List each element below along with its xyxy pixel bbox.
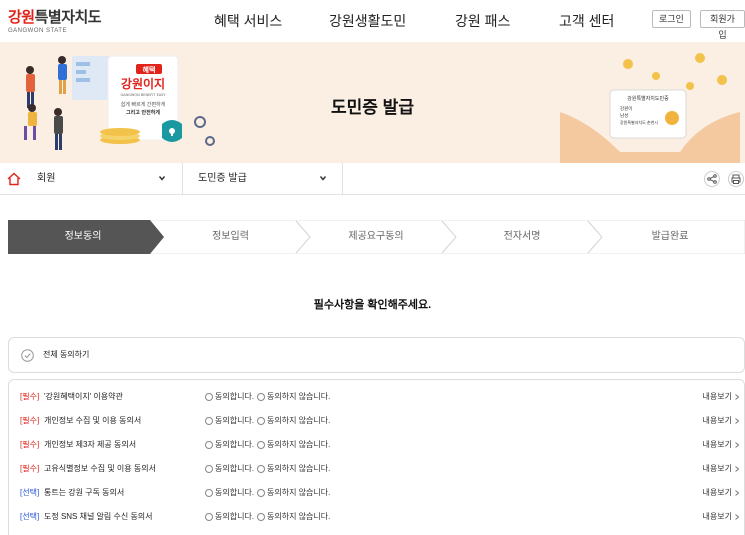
disagree-label[interactable]: 동의하지 않습니다. [267,433,330,457]
term-row: [필수] 고유식별정보 수집 및 이용 동의서 동의합니다. 동의하지 않습니다… [9,457,745,481]
agree-all-label[interactable]: 전체 동의하기 [43,338,89,372]
optional-tag: [선택] [20,512,40,521]
required-tag: [필수] [20,392,40,401]
term-row: [선택] 도정 SNS 채널 알림 수신 동의서 동의합니다. 동의하지 않습니… [9,505,745,529]
agree-label[interactable]: 동의합니다. [215,433,254,457]
sign-tag-text: 혜택 [143,65,156,74]
disagree-label[interactable]: 동의하지 않습니다. [267,481,330,505]
disagree-label[interactable]: 동의하지 않습니다. [267,457,330,481]
view-content-link[interactable]: 내용보기 [703,409,732,433]
disagree-radio[interactable] [257,513,265,521]
step-3-provision: 제공요구동의 [348,231,404,242]
breadcrumb: 회원 도민증 발급 [0,163,745,195]
nav-item-gangwon-pass[interactable]: 강원 패스 [455,11,510,31]
agree-radio[interactable] [205,417,213,425]
optional-tag: [선택] [20,488,40,497]
agree-radio[interactable] [205,465,213,473]
term-title: '강원혜택이지' 이용약관 [44,392,123,401]
disagree-radio[interactable] [257,489,265,497]
agree-label[interactable]: 동의합니다. [215,481,254,505]
chevron-right-icon [735,466,740,472]
agree-all-box[interactable]: 전체 동의하기 [8,337,745,373]
term-title: 개인정보 수집 및 이용 동의서 [44,416,142,425]
agree-label[interactable]: 동의합니다. [215,505,254,529]
print-button[interactable] [728,171,744,187]
chevron-right-icon [735,394,740,400]
view-content-link[interactable]: 내용보기 [703,385,732,409]
term-row: [필수] 개인정보 제3자 제공 동의서 동의합니다. 동의하지 않습니다. 내… [9,433,745,457]
page-banner: 혜택 강원이지 GANGWON BENEFIT EASY 쉽게 빠르게 간편하게… [0,42,745,163]
site-header: 강원특별자치도 GANGWON STATE 혜택 서비스 강원생활도민 강원 패… [0,0,745,42]
agree-radio[interactable] [205,489,213,497]
view-content-link[interactable]: 내용보기 [703,433,732,457]
check-circle-icon[interactable] [21,349,34,362]
chevron-right-icon [735,418,740,424]
view-content-link[interactable]: 내용보기 [703,481,732,505]
term-title: 통트는 강원 구독 동의서 [44,488,125,497]
term-title: 고유식별정보 수집 및 이용 동의서 [44,464,156,473]
home-icon[interactable] [6,171,22,187]
agree-label[interactable]: 동의합니다. [215,457,254,481]
disagree-radio[interactable] [257,417,265,425]
share-icon [707,174,717,184]
disagree-radio[interactable] [257,441,265,449]
breadcrumb-divider [342,163,343,194]
chevron-down-icon[interactable] [318,173,328,183]
nav-item-gangwon-life[interactable]: 강원생활도민 [329,11,406,31]
step-2-input: 정보입력 [212,231,249,242]
breadcrumb-level1[interactable]: 회원 [37,163,55,194]
disagree-radio[interactable] [257,393,265,401]
disagree-label[interactable]: 동의하지 않습니다. [267,409,330,433]
main-nav: 혜택 서비스 강원생활도민 강원 패스 고객 센터 [0,11,745,31]
step-4-signature: 전자서명 [503,231,541,242]
progress-steps: 정보동의 정보입력 제공요구동의 전자서명 발급완료 [8,220,745,254]
agree-radio[interactable] [205,513,213,521]
agree-label[interactable]: 동의합니다. [215,385,254,409]
step-1-consent: 정보동의 [64,231,102,242]
term-row: [필수] '강원혜택이지' 이용약관 동의합니다. 동의하지 않습니다. 내용보… [9,385,745,409]
chevron-right-icon [735,442,740,448]
chevron-right-icon [735,490,740,496]
term-title: 도정 SNS 채널 알림 수신 동의서 [44,512,153,521]
agree-radio[interactable] [205,393,213,401]
sign-main-text: 강원이지 [121,76,165,91]
disagree-label[interactable]: 동의하지 않습니다. [267,385,330,409]
disagree-label[interactable]: 동의하지 않습니다. [267,505,330,529]
breadcrumb-level2[interactable]: 도민증 발급 [198,163,247,194]
print-icon [731,174,741,184]
view-content-link[interactable]: 내용보기 [703,505,732,529]
share-button[interactable] [704,171,720,187]
term-row: [필수] 개인정보 수집 및 이용 동의서 동의합니다. 동의하지 않습니다. … [9,409,745,433]
required-tag: [필수] [20,440,40,449]
signup-button[interactable]: 회원가입 [700,10,745,40]
login-button[interactable]: 로그인 [652,10,691,28]
nav-item-customer-center[interactable]: 고객 센터 [559,11,614,31]
term-title: 개인정보 제3자 제공 동의서 [44,440,137,449]
agree-label[interactable]: 동의합니다. [215,409,254,433]
breadcrumb-divider [182,163,183,194]
disagree-radio[interactable] [257,465,265,473]
view-content-link[interactable]: 내용보기 [703,457,732,481]
terms-list: [필수] '강원혜택이지' 이용약관 동의합니다. 동의하지 않습니다. 내용보… [8,379,745,535]
required-notice: 필수사항을 확인해주세요. [313,299,432,311]
required-tag: [필수] [20,464,40,473]
agree-radio[interactable] [205,441,213,449]
term-row: [선택] 통트는 강원 구독 동의서 동의합니다. 동의하지 않습니다. 내용보… [9,481,745,505]
page-title: 도민증 발급 [331,98,414,117]
nav-item-benefit-service[interactable]: 혜택 서비스 [214,11,282,31]
chevron-down-icon[interactable] [157,173,167,183]
chevron-right-icon [735,514,740,520]
svg-text:강원특별자치도 춘천시: 강원특별자치도 춘천시 [620,119,658,125]
required-tag: [필수] [20,416,40,425]
step-5-complete: 발급완료 [651,231,689,242]
